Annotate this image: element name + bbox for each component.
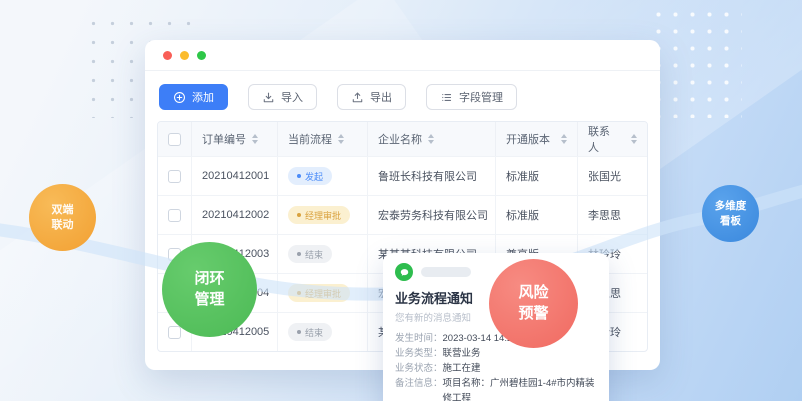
flow-label: 经理审批 xyxy=(305,209,341,222)
field-label: 业务状态： xyxy=(395,361,443,376)
export-icon xyxy=(351,91,364,104)
order-no-cell: 20210412002 xyxy=(192,196,278,234)
remark-line: 项目名称：广州碧桂园1-4#市内精装修工程 xyxy=(443,376,597,401)
badge-text: 风险 xyxy=(518,283,548,303)
flow-status-badge: 结束 xyxy=(288,245,332,263)
header-label: 企业名称 xyxy=(378,131,422,147)
row-checkbox[interactable] xyxy=(168,326,181,339)
feature-badge-multi-dashboard: 多维度 看板 xyxy=(702,185,759,242)
contact-cell: 李思思 xyxy=(578,196,647,234)
export-button-label: 导出 xyxy=(370,89,392,105)
add-button[interactable]: 添加 xyxy=(159,84,228,110)
toolbar: 添加 导入 导出 字段管理 xyxy=(145,71,660,119)
header-label: 当前流程 xyxy=(288,131,332,147)
company-cell: 鲁班长科技有限公司 xyxy=(368,157,496,195)
remark-lines: 项目名称：广州碧桂园1-4#市内精装修工程 合同名称：广州碧桂园1-4#市内精装… xyxy=(443,376,597,401)
page-canvas: 添加 导入 导出 字段管理 xyxy=(0,0,802,401)
row-checkbox[interactable] xyxy=(168,209,181,222)
field-label: 发生时间： xyxy=(395,331,443,346)
contact-cell: 张国光 xyxy=(578,157,647,195)
version-cell: 标准版 xyxy=(496,157,578,195)
chat-bubble-icon xyxy=(395,263,413,281)
header-current-flow[interactable]: 当前流程 xyxy=(278,122,368,156)
select-all-checkbox[interactable] xyxy=(168,133,181,146)
notification-field: 业务类型： 联营业务 xyxy=(395,346,597,361)
badge-text: 联动 xyxy=(52,218,74,233)
field-label: 业务类型： xyxy=(395,346,443,361)
export-button[interactable]: 导出 xyxy=(337,84,406,110)
window-maximize-icon xyxy=(197,51,206,60)
status-dot-icon xyxy=(297,213,301,217)
status-dot-icon xyxy=(297,174,301,178)
sort-icon[interactable] xyxy=(428,134,434,144)
field-manage-icon xyxy=(440,91,453,104)
sender-placeholder xyxy=(421,267,471,277)
status-dot-icon xyxy=(297,252,301,256)
status-dot-icon xyxy=(297,291,301,295)
row-checkbox[interactable] xyxy=(168,170,181,183)
badge-text: 管理 xyxy=(194,290,224,310)
import-button-label: 导入 xyxy=(281,89,303,105)
flow-label: 结束 xyxy=(305,248,323,261)
plus-circle-icon xyxy=(173,91,186,104)
badge-text: 预警 xyxy=(518,304,548,324)
window-close-icon xyxy=(163,51,172,60)
feature-badge-closed-loop: 闭环 管理 xyxy=(162,242,257,337)
company-cell: 宏泰劳务科技有限公司 xyxy=(368,196,496,234)
order-no-cell: 20210412001 xyxy=(192,157,278,195)
header-label: 订单编号 xyxy=(202,131,246,147)
badge-text: 多维度 xyxy=(715,199,747,213)
version-cell: 标准版 xyxy=(496,196,578,234)
add-button-label: 添加 xyxy=(192,89,214,105)
flow-status-badge: 结束 xyxy=(288,323,332,341)
field-label: 备注信息： xyxy=(395,376,443,401)
field-value: 联营业务 xyxy=(443,346,481,361)
flow-label: 发起 xyxy=(305,170,323,183)
badge-text: 双端 xyxy=(52,203,74,218)
header-order-no[interactable]: 订单编号 xyxy=(192,122,278,156)
sort-icon[interactable] xyxy=(631,134,637,144)
field-manage-button[interactable]: 字段管理 xyxy=(426,84,517,110)
sort-icon[interactable] xyxy=(252,134,258,144)
import-button[interactable]: 导入 xyxy=(248,84,317,110)
notification-field: 业务状态： 施工在建 xyxy=(395,361,597,376)
field-manage-button-label: 字段管理 xyxy=(459,89,503,105)
header-label: 联系人 xyxy=(588,123,613,155)
header-company[interactable]: 企业名称 xyxy=(368,122,496,156)
table-header-row: 订单编号 当前流程 企业名称 开通版本 联系人 xyxy=(158,122,647,156)
feature-badge-dual-link: 双端 联动 xyxy=(29,184,96,251)
notification-remark: 备注信息： 项目名称：广州碧桂园1-4#市内精装修工程 合同名称：广州碧桂园1-… xyxy=(395,376,597,401)
flow-status-badge: 经理审批 xyxy=(288,284,350,302)
sort-icon[interactable] xyxy=(561,134,567,144)
badge-text: 闭环 xyxy=(194,269,224,289)
table-row: 20210412001 发起 鲁班长科技有限公司 标准版 张国光 xyxy=(158,156,647,195)
status-dot-icon xyxy=(297,330,301,334)
flow-label: 经理审批 xyxy=(305,287,341,300)
flow-status-badge: 经理审批 xyxy=(288,206,350,224)
dot-grid-decoration xyxy=(650,6,742,118)
badge-text: 看板 xyxy=(720,214,741,228)
table-row: 20210412002 经理审批 宏泰劳务科技有限公司 标准版 李思思 xyxy=(158,195,647,234)
header-label: 开通版本 xyxy=(506,131,550,147)
import-icon xyxy=(262,91,275,104)
window-minimize-icon xyxy=(180,51,189,60)
sort-icon[interactable] xyxy=(338,134,344,144)
window-titlebar xyxy=(145,40,660,71)
flow-label: 结束 xyxy=(305,326,323,339)
header-contact[interactable]: 联系人 xyxy=(578,122,647,156)
feature-badge-risk-alert: 风险 预警 xyxy=(489,259,578,348)
flow-status-badge: 发起 xyxy=(288,167,332,185)
field-value: 施工在建 xyxy=(443,361,481,376)
header-version[interactable]: 开通版本 xyxy=(496,122,578,156)
notification-field: 发生时间： 2023-03-14 14:20 xyxy=(395,331,597,346)
